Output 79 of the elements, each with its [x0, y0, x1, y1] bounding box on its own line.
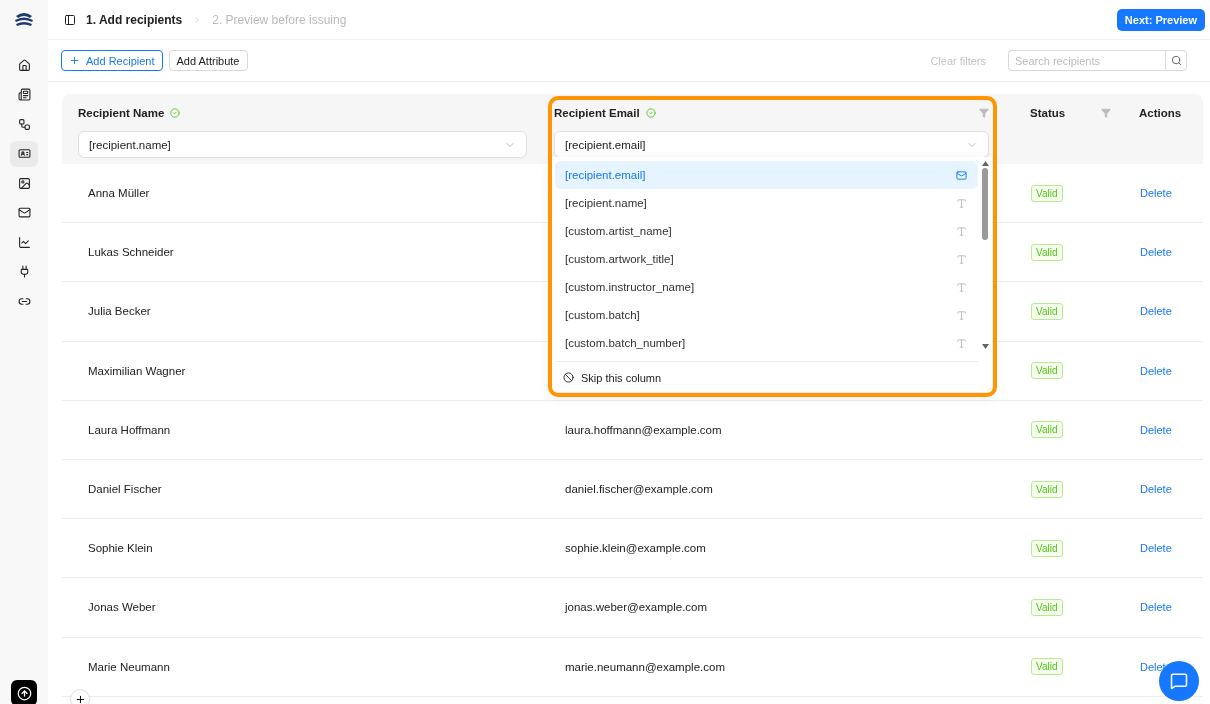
status-tag: Valid [1031, 243, 1063, 261]
table-cell: Daniel Fischer [88, 483, 162, 496]
text-icon [956, 253, 967, 265]
table-cell: Sophie Klein [88, 542, 153, 555]
id-card-icon [17, 147, 31, 160]
dropdown-option[interactable]: [recipient.name] [555, 189, 978, 217]
skip-column-option[interactable]: Skip this column [555, 361, 978, 393]
next-button[interactable]: Next: Preview [1116, 8, 1205, 31]
status-tag: Valid [1031, 362, 1063, 380]
network-icon [17, 117, 31, 131]
table-cell: Anna Müller [88, 187, 150, 200]
chat-icon [1170, 672, 1188, 690]
search-field[interactable]: Search recipients [1008, 50, 1165, 71]
delete-link[interactable]: Delete [1140, 542, 1172, 555]
delete-link[interactable]: Delete [1140, 246, 1172, 259]
text-icon [956, 281, 967, 293]
delete-link[interactable]: Delete [1140, 423, 1172, 436]
upload-icon [16, 685, 32, 701]
dropdown-option[interactable]: [custom.artwork_title] [555, 245, 978, 273]
add-attribute-button[interactable]: Add Attribute [168, 50, 248, 71]
text-icon [956, 225, 967, 237]
table-cell: Lukas Schneider [88, 246, 174, 259]
mail-icon [956, 169, 967, 181]
home-icon [17, 58, 31, 72]
delete-link[interactable]: Delete [1140, 601, 1172, 614]
scroll-down-icon[interactable] [981, 344, 989, 349]
delete-link[interactable]: Delete [1140, 483, 1172, 496]
sidebar-item[interactable] [10, 140, 38, 167]
delete-link[interactable]: Delete [1140, 305, 1172, 318]
plus-icon [69, 55, 80, 66]
column-header: Recipient Name [78, 107, 165, 119]
upload-button[interactable] [11, 680, 37, 704]
table-cell: Marie Neumann [88, 660, 170, 673]
chart-icon [17, 235, 31, 249]
status-tag: Valid [1031, 421, 1063, 439]
sidebar-toggle-icon[interactable] [64, 13, 76, 26]
table-cell: Julia Becker [88, 305, 151, 318]
table-cell: daniel.fischer@example.com [565, 483, 713, 496]
dropdown-option[interactable]: [custom.artist_name] [555, 217, 978, 245]
table-cell: sophie.klein@example.com [565, 542, 706, 555]
status-tag: Valid [1031, 598, 1063, 616]
image-icon [17, 176, 31, 190]
text-icon [956, 337, 967, 349]
table-cell: Laura Hoffmann [88, 423, 171, 436]
search-button[interactable] [1165, 50, 1187, 71]
dropdown-option[interactable]: [custom.batch_number] [555, 329, 978, 357]
status-tag: Valid [1031, 480, 1063, 498]
logo-icon[interactable] [13, 10, 35, 28]
document-icon [17, 88, 31, 101]
delete-link[interactable]: Delete [1140, 187, 1172, 200]
status-tag: Valid [1031, 658, 1063, 676]
dropdown-option[interactable]: [custom.batch] [555, 301, 978, 329]
column-header: Actions [1139, 107, 1182, 119]
status-tag: Valid [1031, 302, 1063, 320]
dropdown-option[interactable]: [custom.instructor_name] [555, 273, 978, 301]
status-tag: Valid [1031, 184, 1063, 202]
scroll-up-icon[interactable] [981, 161, 989, 166]
delete-link[interactable]: Delete [1140, 364, 1172, 377]
table-cell: Maximilian Wagner [88, 364, 186, 377]
mail-icon [17, 206, 31, 219]
column-header: Recipient Email [554, 107, 640, 119]
table-cell: jonas.weber@example.com [565, 601, 708, 614]
step-tab[interactable]: 1. Add recipients [86, 12, 183, 27]
dropdown-option[interactable]: [recipient.email] [555, 161, 978, 189]
table-cell: Jonas Weber [88, 601, 156, 614]
status-tag: Valid [1031, 539, 1063, 557]
table-cell: laura.hoffmann@example.com [565, 423, 722, 436]
text-icon [956, 197, 967, 209]
skip-column-label: Skip this column [581, 371, 662, 384]
column-header: Status [1030, 107, 1066, 119]
plus-icon [74, 693, 86, 704]
table-cell: marie.neumann@example.com [565, 660, 725, 673]
mapping-select[interactable]: [recipient.email] [554, 131, 989, 158]
ban-icon [563, 372, 574, 383]
scrollbar[interactable] [981, 161, 989, 349]
search-icon [1170, 55, 1182, 66]
mapping-select[interactable]: [recipient.name] [78, 131, 527, 158]
add-recipient-button[interactable]: Add Recipient [61, 50, 163, 71]
text-icon [956, 309, 967, 321]
